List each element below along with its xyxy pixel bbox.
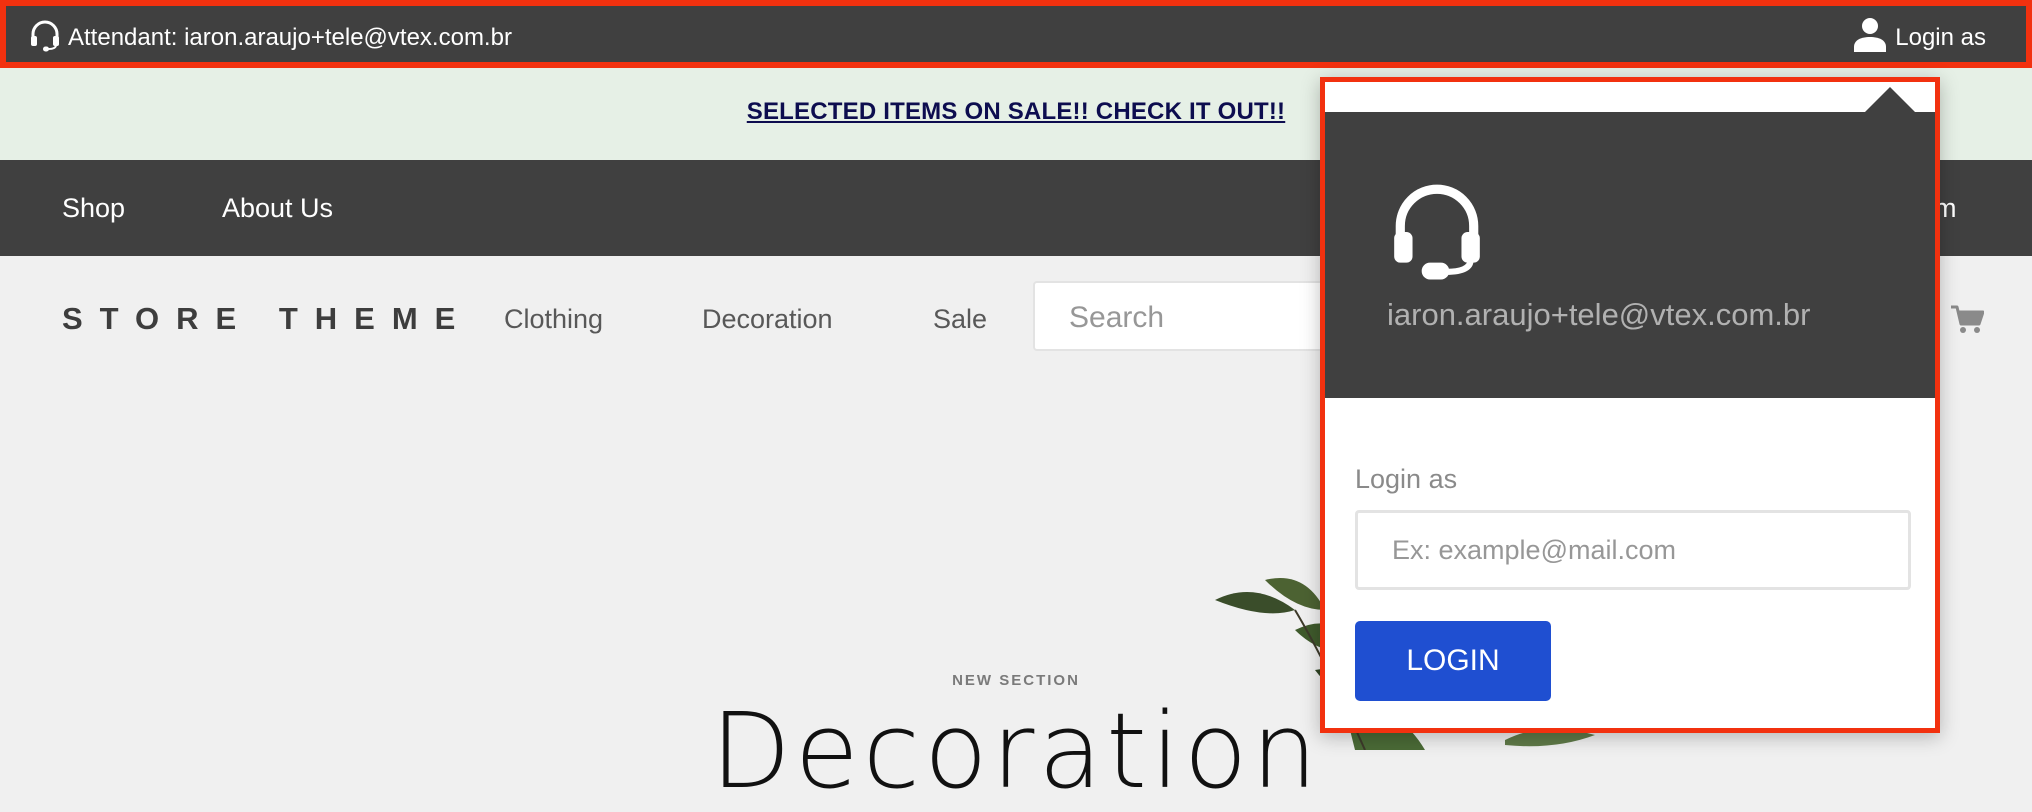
user-icon xyxy=(1853,16,1887,59)
nav-item-shop[interactable]: Shop xyxy=(62,193,125,224)
search-input[interactable]: Search xyxy=(1033,281,1353,351)
customer-email-input[interactable] xyxy=(1355,510,1911,590)
headset-icon xyxy=(1385,177,1489,286)
attendant-label: Attendant: iaron.araujo+tele@vtex.com.br xyxy=(68,23,512,51)
category-clothing[interactable]: Clothing xyxy=(504,304,603,335)
category-decoration[interactable]: Decoration xyxy=(702,304,833,335)
promo-link[interactable]: SELECTED ITEMS ON SALE!! CHECK IT OUT!! xyxy=(747,98,1285,126)
cart-icon[interactable] xyxy=(1950,304,1985,339)
login-as-field-label: Login as xyxy=(1355,464,1458,494)
popover-arrow xyxy=(1863,87,1917,114)
login-as-label: Login as xyxy=(1895,23,1986,51)
login-as-popover: iaron.araujo+tele@vtex.com.br Login as L… xyxy=(1320,77,1940,733)
login-as-toggle[interactable]: Login as xyxy=(1853,16,1986,59)
attendant-email: iaron.araujo+tele@vtex.com.br xyxy=(1387,297,1811,332)
popover-header: iaron.araujo+tele@vtex.com.br xyxy=(1325,112,1935,398)
category-sale[interactable]: Sale xyxy=(933,304,987,335)
search-placeholder: Search xyxy=(1069,301,1165,334)
attendant-info: Attendant: iaron.araujo+tele@vtex.com.br xyxy=(28,18,512,57)
telemarketing-bar: Attendant: iaron.araujo+tele@vtex.com.br… xyxy=(0,0,2032,68)
headset-icon xyxy=(28,18,62,57)
nav-item-about-us[interactable]: About Us xyxy=(222,193,333,224)
login-button[interactable]: LOGIN xyxy=(1355,621,1551,701)
store-logo[interactable]: STORE THEME xyxy=(62,301,472,337)
